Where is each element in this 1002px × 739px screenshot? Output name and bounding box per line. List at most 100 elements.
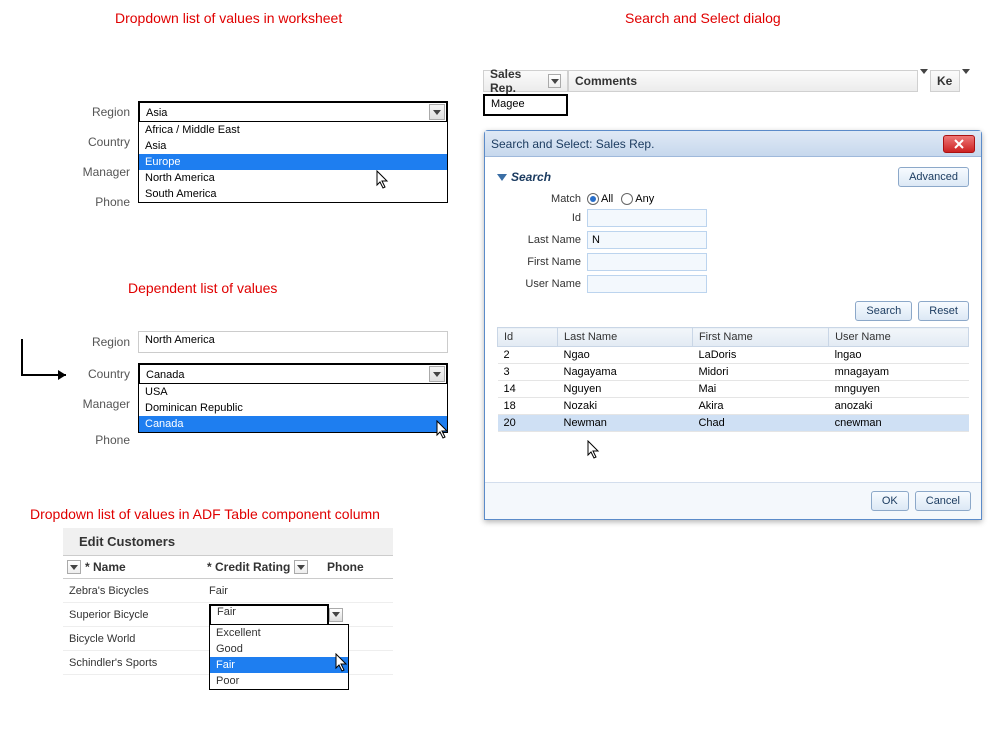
dep-country-combo[interactable]: Canada USA Dominican Republic Canada [138, 363, 448, 385]
dep-country-option-selected[interactable]: Canada [139, 416, 447, 432]
results-row[interactable]: 14NguyenMaimnguyen [498, 381, 969, 398]
manager-label: Manager [38, 165, 138, 179]
rating-option-selected[interactable]: Fair [210, 657, 348, 673]
region-option[interactable]: South America [139, 186, 447, 202]
results-cell-last: Nozaki [558, 398, 693, 415]
region-label: Region [38, 105, 138, 119]
region-option[interactable]: Asia [139, 138, 447, 154]
dialog-footer: OK Cancel [485, 482, 981, 519]
last-name-input[interactable] [587, 231, 707, 249]
results-cell-last: Ngao [558, 347, 693, 364]
dep-country-option[interactable]: Dominican Republic [139, 400, 447, 416]
user-name-label: User Name [497, 278, 587, 290]
rating-option[interactable]: Excellent [210, 625, 348, 641]
results-cell-first: Akira [692, 398, 828, 415]
disclosure-triangle-icon [497, 174, 507, 181]
col-first[interactable]: First Name [692, 328, 828, 347]
chevron-down-icon [332, 612, 340, 617]
ok-button[interactable]: OK [871, 491, 909, 511]
match-row: Match All Any [497, 193, 969, 205]
dep-country-option[interactable]: USA [139, 384, 447, 400]
title-search-dialog: Search and Select dialog [625, 10, 781, 26]
match-any-label: Any [635, 193, 654, 205]
credit-rating-dropdown: Excellent Good Fair Poor [209, 624, 349, 690]
results-row[interactable]: 20NewmanChadcnewman [498, 415, 969, 432]
results-cell-id: 20 [498, 415, 558, 432]
col-id[interactable]: Id [498, 328, 558, 347]
phone-column-label: Phone [327, 560, 364, 574]
region-dropdown-button[interactable] [429, 104, 445, 120]
credit-rating-dropdown-button[interactable] [329, 608, 343, 622]
advanced-button[interactable]: Advanced [898, 167, 969, 187]
search-select-dialog: Search and Select: Sales Rep. Search Adv… [484, 130, 982, 520]
id-label: Id [497, 212, 587, 224]
cell-name: Schindler's Sports [63, 655, 203, 671]
rating-column-menu[interactable] [294, 560, 308, 574]
col-key[interactable]: Ke [930, 70, 960, 92]
region-option-selected[interactable]: Europe [139, 154, 447, 170]
table-row-active[interactable]: Superior Bicycle Fair Excellent Good Fai… [63, 603, 393, 627]
sales-rep-cell[interactable]: Magee [483, 94, 568, 116]
title-dependent: Dependent list of values [128, 280, 277, 296]
comments-menu[interactable] [920, 74, 928, 88]
country-label: Country [38, 135, 138, 149]
region-option[interactable]: Africa / Middle East [139, 122, 447, 138]
dep-region-row: Region North America [38, 330, 448, 354]
key-menu[interactable] [962, 74, 970, 88]
credit-rating-combo[interactable]: Fair Excellent Good Fair Poor [209, 604, 329, 626]
cell-rating: Fair [203, 583, 323, 599]
first-name-label: First Name [497, 256, 587, 268]
dep-manager-label: Manager [38, 397, 138, 411]
edit-customers-title: Edit Customers [63, 528, 393, 555]
sales-rep-value: Magee [491, 98, 525, 110]
dep-country-value: Canada [140, 365, 446, 383]
results-cell-last: Newman [558, 415, 693, 432]
col-comments[interactable]: Comments [568, 70, 918, 92]
region-dropdown-list: Africa / Middle East Asia Europe North A… [138, 121, 448, 203]
reset-button[interactable]: Reset [918, 301, 969, 321]
table-row[interactable]: Zebra's Bicycles Fair [63, 579, 393, 603]
col-sales-rep-label: Sales Rep. [490, 67, 544, 95]
region-option[interactable]: North America [139, 170, 447, 186]
col-user[interactable]: User Name [829, 328, 969, 347]
results-cell-last: Nguyen [558, 381, 693, 398]
results-cell-id: 14 [498, 381, 558, 398]
user-name-input[interactable] [587, 275, 707, 293]
region-combo-value: Asia [140, 103, 446, 121]
col-comments-label: Comments [575, 74, 637, 88]
col-last[interactable]: Last Name [558, 328, 693, 347]
first-name-input[interactable] [587, 253, 707, 271]
close-button[interactable] [943, 135, 975, 153]
rating-option[interactable]: Good [210, 641, 348, 657]
dep-phone-label: Phone [38, 433, 138, 447]
name-column-menu[interactable] [67, 560, 81, 574]
results-cell-first: Midori [692, 364, 828, 381]
dependency-arrow-icon [18, 335, 78, 383]
results-row[interactable]: 18NozakiAkiraanozaki [498, 398, 969, 415]
sales-rep-menu[interactable] [548, 74, 561, 88]
match-all-radio[interactable] [587, 193, 599, 205]
dep-region-field[interactable]: North America [138, 331, 448, 353]
results-cell-first: Mai [692, 381, 828, 398]
results-row[interactable]: 3NagayamaMidorimnagayam [498, 364, 969, 381]
search-heading: Search [511, 170, 551, 184]
dep-country-dropdown-button[interactable] [429, 366, 445, 382]
results-cell-user: mnguyen [829, 381, 969, 398]
match-all-label: All [601, 193, 613, 205]
search-button[interactable]: Search [855, 301, 912, 321]
edit-customers-panel: Edit Customers * Name * Credit Rating Ph… [63, 528, 393, 675]
col-sales-rep[interactable]: Sales Rep. [483, 70, 568, 92]
results-cell-user: cnewman [829, 415, 969, 432]
cancel-button[interactable]: Cancel [915, 491, 971, 511]
search-disclosure[interactable]: Search [497, 170, 551, 184]
dialog-titlebar[interactable]: Search and Select: Sales Rep. [485, 131, 981, 157]
ec-header: * Name * Credit Rating Phone [63, 555, 393, 579]
region-combo[interactable]: Asia Africa / Middle East Asia Europe No… [138, 101, 448, 123]
results-cell-first: LaDoris [692, 347, 828, 364]
rating-option[interactable]: Poor [210, 673, 348, 689]
id-input[interactable] [587, 209, 707, 227]
title-lov-table: Dropdown list of values in ADF Table com… [30, 506, 380, 522]
results-row[interactable]: 2NgaoLaDorislngao [498, 347, 969, 364]
chevron-down-icon [962, 69, 970, 86]
match-any-radio[interactable] [621, 193, 633, 205]
